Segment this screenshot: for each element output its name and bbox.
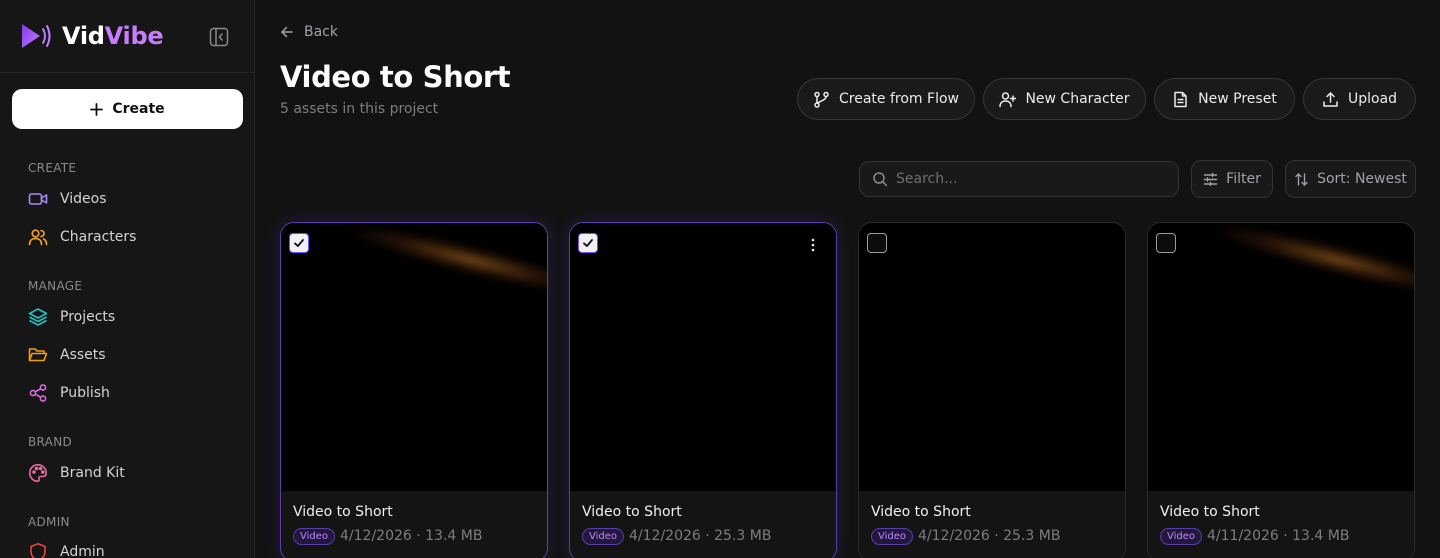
share-icon (28, 383, 48, 403)
folder-open-icon (28, 345, 48, 365)
new-character-label: New Character (1025, 91, 1130, 107)
video-icon (28, 189, 48, 209)
filter-button[interactable]: Filter (1191, 160, 1273, 198)
asset-card[interactable]: Video to Short Video 4/11/2026 · 13.4 MB (1147, 222, 1415, 558)
select-checkbox[interactable] (289, 233, 309, 253)
video-thumbnail[interactable] (570, 223, 836, 491)
sidebar-item-admin[interactable]: Admin (28, 540, 105, 558)
asset-type-badge: Video (293, 528, 336, 545)
video-thumbnail[interactable] (859, 223, 1125, 491)
card-info: Video to Short Video 4/12/2026 · 13.4 MB (281, 491, 547, 558)
page-title: Video to Short (280, 60, 511, 94)
user-plus-icon (999, 91, 1017, 108)
brand-name: VidVibe (62, 22, 164, 50)
asset-type-badge: Video (582, 528, 625, 545)
back-label: Back (304, 24, 338, 40)
upload-label: Upload (1347, 91, 1398, 107)
create-from-flow-label: Create from Flow (839, 91, 959, 107)
section-label-admin: ADMIN (28, 515, 70, 529)
asset-meta: 4/12/2026 · 25.3 MB (918, 528, 1061, 544)
thumbnail-light-streak (1208, 223, 1414, 307)
select-checkbox[interactable] (867, 233, 887, 253)
sidebar-item-label: Admin (60, 544, 105, 558)
card-info: Video to Short Video 4/12/2026 · 25.3 MB (859, 491, 1125, 558)
create-button[interactable]: Create (12, 89, 243, 129)
sidebar-item-videos[interactable]: Videos (28, 187, 107, 211)
asset-title: Video to Short (1160, 504, 1260, 520)
asset-count: 5 assets in this project (280, 101, 439, 117)
new-preset-label: New Preset (1198, 91, 1277, 107)
main-content: Back Video to Short 5 assets in this pro… (256, 0, 1440, 558)
sidebar: VidVibe Create CREATE Videos Characters … (0, 0, 255, 558)
sidebar-item-label: Assets (60, 347, 106, 363)
users-icon (28, 227, 48, 247)
sidebar-item-label: Brand Kit (60, 465, 125, 481)
asset-meta: 4/11/2026 · 13.4 MB (1207, 528, 1350, 544)
section-label-manage: MANAGE (28, 279, 83, 293)
sidebar-item-brand-kit[interactable]: Brand Kit (28, 461, 125, 485)
sidebar-collapse-icon[interactable] (208, 26, 230, 48)
asset-title: Video to Short (293, 504, 393, 520)
asset-meta: 4/12/2026 · 25.3 MB (629, 528, 772, 544)
upload-icon (1322, 91, 1339, 108)
sort-label: Sort: Newest (1317, 171, 1407, 187)
arrow-left-icon (280, 25, 294, 39)
asset-card[interactable]: Video to Short Video 4/12/2026 · 13.4 MB (280, 222, 548, 558)
back-link[interactable]: Back (280, 24, 338, 40)
sidebar-item-label: Characters (60, 229, 137, 245)
asset-card[interactable]: Video to Short Video 4/12/2026 · 25.3 MB (858, 222, 1126, 558)
filter-label: Filter (1226, 171, 1261, 187)
upload-button[interactable]: Upload (1303, 78, 1416, 120)
sidebar-item-label: Videos (60, 191, 107, 207)
asset-type-badge: Video (871, 528, 914, 545)
thumbnail-light-streak (341, 223, 547, 307)
sidebar-item-assets[interactable]: Assets (28, 343, 106, 367)
card-info: Video to Short Video 4/11/2026 · 13.4 MB (1148, 491, 1414, 558)
file-text-icon (1172, 91, 1189, 108)
sidebar-item-label: Publish (60, 385, 110, 401)
sliders-icon (1203, 172, 1218, 187)
asset-title: Video to Short (871, 504, 971, 520)
palette-icon (28, 463, 48, 483)
new-preset-button[interactable]: New Preset (1154, 78, 1295, 120)
asset-card[interactable]: Video to Short Video 4/12/2026 · 25.3 MB (569, 222, 837, 558)
create-button-label: Create (112, 101, 165, 117)
select-checkbox[interactable] (578, 233, 598, 253)
sidebar-divider (0, 72, 255, 73)
shield-icon (28, 542, 48, 558)
git-branch-icon (813, 91, 830, 108)
video-thumbnail[interactable] (1148, 223, 1414, 491)
card-info: Video to Short Video 4/12/2026 · 25.3 MB (570, 491, 836, 558)
search-icon (872, 171, 888, 187)
section-label-create: CREATE (28, 161, 77, 175)
logo-icon (20, 21, 54, 51)
asset-title: Video to Short (582, 504, 682, 520)
select-checkbox[interactable] (1156, 233, 1176, 253)
sort-icon (1294, 172, 1309, 187)
video-thumbnail[interactable] (281, 223, 547, 491)
plus-icon (90, 102, 104, 116)
section-label-brand: BRAND (28, 435, 73, 449)
sort-button[interactable]: Sort: Newest (1285, 160, 1416, 198)
asset-meta: 4/12/2026 · 13.4 MB (340, 528, 483, 544)
sidebar-item-publish[interactable]: Publish (28, 381, 110, 405)
sidebar-item-projects[interactable]: Projects (28, 305, 115, 329)
sidebar-item-characters[interactable]: Characters (28, 225, 136, 249)
brand[interactable]: VidVibe (20, 20, 164, 52)
more-options-icon[interactable] (806, 237, 820, 253)
new-character-button[interactable]: New Character (983, 78, 1146, 120)
layers-icon (28, 307, 48, 327)
sidebar-item-label: Projects (60, 309, 116, 325)
search-input[interactable] (896, 171, 1156, 187)
create-from-flow-button[interactable]: Create from Flow (797, 78, 975, 120)
asset-type-badge: Video (1160, 528, 1203, 545)
search-box[interactable] (859, 161, 1179, 197)
